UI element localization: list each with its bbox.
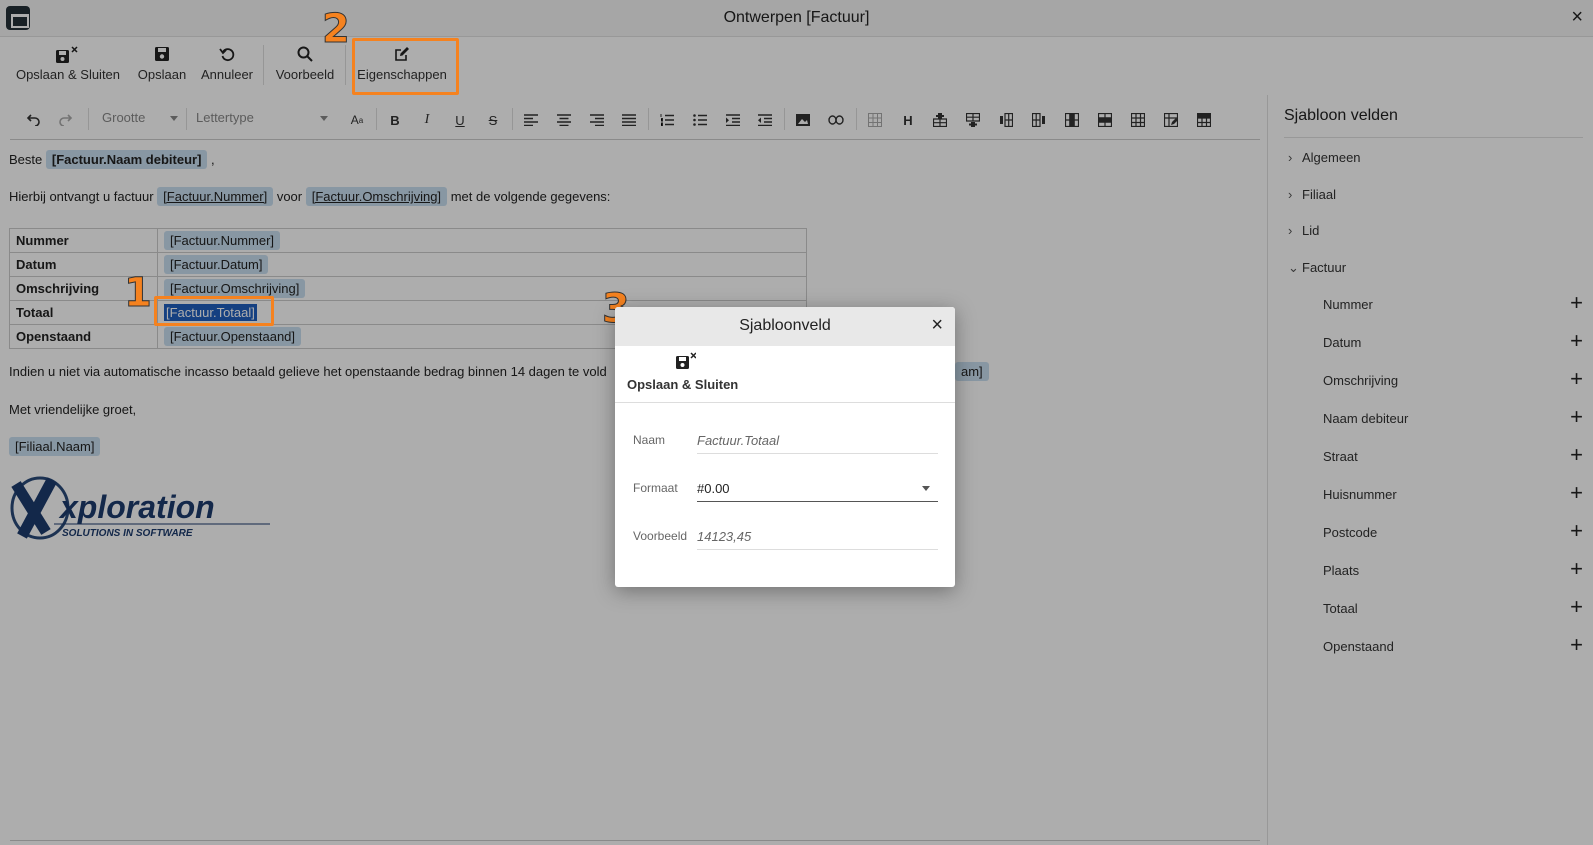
format-select[interactable]: #0.00 bbox=[697, 481, 938, 502]
annotation-highlight-properties bbox=[352, 38, 459, 95]
preview-label: Voorbeeld bbox=[633, 529, 688, 543]
format-label: Formaat bbox=[633, 481, 678, 495]
format-value: #0.00 bbox=[697, 481, 730, 496]
name-label: Naam bbox=[633, 433, 666, 447]
dialog-save-close-button[interactable]: Opslaan & Sluiten bbox=[627, 352, 738, 392]
dialog-toolbar: Opslaan & Sluiten bbox=[615, 346, 955, 403]
annotation-highlight-totaal bbox=[154, 296, 274, 326]
chevron-down-icon bbox=[922, 486, 930, 491]
save-close-icon bbox=[675, 352, 697, 369]
dialog-title: Sjabloonveld bbox=[739, 317, 831, 334]
annotation-number: 1 bbox=[124, 270, 153, 317]
close-icon[interactable]: × bbox=[931, 315, 943, 335]
name-field[interactable]: Factuur.Totaal bbox=[697, 433, 938, 454]
dialog-header: Sjabloonveld × bbox=[615, 307, 955, 346]
template-field-dialog: Sjabloonveld × Opslaan & Sluiten Naam Fa… bbox=[615, 307, 955, 587]
dialog-save-close-label: Opslaan & Sluiten bbox=[627, 377, 739, 392]
annotation-number: 2 bbox=[322, 6, 351, 53]
preview-field: 14123,45 bbox=[697, 529, 938, 550]
